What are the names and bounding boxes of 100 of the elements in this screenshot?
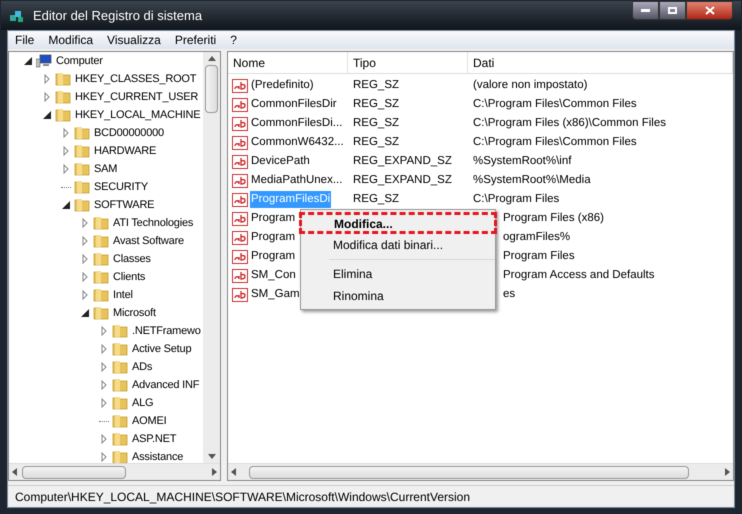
expand-arrow-icon[interactable] bbox=[99, 380, 109, 390]
string-value-icon bbox=[232, 154, 248, 168]
tree-item[interactable]: AOMEI bbox=[131, 412, 168, 430]
collapse-arrow-icon[interactable] bbox=[42, 110, 52, 120]
menu-item[interactable]: Preferiti bbox=[168, 31, 224, 49]
tree-item[interactable]: BCD00000000 bbox=[93, 124, 165, 142]
expand-arrow-icon[interactable] bbox=[99, 344, 109, 354]
column-header[interactable]: Dati bbox=[468, 52, 733, 73]
value-name[interactable]: CommonW6432... bbox=[250, 134, 345, 152]
scroll-thumb[interactable] bbox=[22, 466, 126, 478]
scroll-thumb[interactable] bbox=[205, 65, 218, 113]
folder-icon bbox=[112, 450, 128, 463]
menu-option[interactable]: Modifica dati binari... bbox=[301, 234, 495, 256]
tree-item[interactable]: HKEY_CURRENT_USER bbox=[74, 88, 200, 106]
column-header[interactable]: Nome bbox=[228, 52, 348, 73]
collapse-arrow-icon[interactable] bbox=[23, 56, 33, 66]
tree-item[interactable]: SECURITY bbox=[93, 178, 150, 196]
tree-item[interactable]: Intel bbox=[112, 286, 134, 304]
collapse-arrow-icon[interactable] bbox=[80, 308, 90, 318]
value-name[interactable]: Program bbox=[250, 228, 296, 246]
table-cell: REG_EXPAND_SZ bbox=[353, 174, 452, 186]
value-name[interactable]: CommonFilesDi... bbox=[250, 114, 344, 132]
tree-item[interactable]: ALG bbox=[131, 394, 154, 412]
scroll-right-icon[interactable] bbox=[211, 468, 218, 476]
tree-item[interactable]: SAM bbox=[93, 160, 118, 178]
tree-item[interactable]: Avast Software bbox=[112, 232, 185, 250]
tree-item[interactable]: ASP.NET bbox=[131, 430, 178, 448]
expand-arrow-icon[interactable] bbox=[61, 164, 71, 174]
status-bar: Computer\HKEY_LOCAL_MACHINE\SOFTWARE\Microsoft\Windows\CurrentVersion bbox=[8, 485, 734, 507]
table-cell: Program Access and Defaults bbox=[503, 268, 654, 281]
menu-item[interactable]: ? bbox=[223, 31, 244, 49]
table-cell: %SystemRoot%\inf bbox=[473, 154, 572, 167]
expand-arrow-icon[interactable] bbox=[61, 128, 71, 138]
maximize-button[interactable] bbox=[659, 1, 686, 20]
expand-arrow-icon[interactable] bbox=[99, 326, 109, 336]
folder-icon bbox=[93, 234, 109, 248]
expand-arrow-icon[interactable] bbox=[61, 146, 71, 156]
folder-icon bbox=[112, 360, 128, 374]
tree-item[interactable]: Microsoft bbox=[112, 304, 157, 322]
scroll-up-icon[interactable] bbox=[208, 55, 216, 62]
expand-arrow-icon[interactable] bbox=[42, 74, 52, 84]
column-header[interactable]: Tipo bbox=[348, 52, 468, 73]
expand-arrow-icon[interactable] bbox=[42, 92, 52, 102]
menu-item[interactable]: File bbox=[8, 31, 42, 49]
tree-item[interactable]: HKEY_CLASSES_ROOT bbox=[74, 70, 198, 88]
menu-option[interactable]: Rinomina bbox=[301, 285, 495, 307]
menu-item[interactable]: Visualizza bbox=[100, 31, 168, 49]
tree-item[interactable]: ATI Technologies bbox=[112, 214, 194, 232]
horizontal-scrollbar[interactable] bbox=[228, 463, 733, 480]
expand-arrow-icon[interactable] bbox=[80, 272, 90, 282]
string-value-icon bbox=[232, 250, 248, 264]
folder-icon bbox=[74, 180, 90, 194]
tree-item[interactable]: HKEY_LOCAL_MACHINE bbox=[74, 106, 202, 124]
vertical-scrollbar[interactable] bbox=[203, 52, 220, 463]
collapse-arrow-icon[interactable] bbox=[61, 200, 71, 210]
tree-item[interactable]: Active Setup bbox=[131, 340, 192, 358]
value-name[interactable]: MediaPathUnex... bbox=[250, 172, 344, 190]
tree-item[interactable]: SOFTWARE bbox=[93, 196, 156, 214]
scroll-down-icon[interactable] bbox=[208, 453, 216, 460]
value-name[interactable]: Program bbox=[250, 248, 296, 266]
menu-option[interactable]: Modifica... bbox=[299, 212, 497, 234]
menu-option[interactable]: Elimina bbox=[301, 263, 495, 285]
value-name[interactable]: (Predefinito) bbox=[250, 76, 315, 94]
menu-item[interactable]: Modifica bbox=[41, 31, 100, 49]
tree-item[interactable]: .NETFramewo bbox=[131, 322, 202, 340]
scroll-left-icon[interactable] bbox=[230, 468, 237, 476]
value-name[interactable]: SM_Gam bbox=[250, 286, 301, 304]
window-title: Editor del Registro di sistema bbox=[33, 6, 202, 25]
value-name[interactable]: CommonFilesDir bbox=[250, 96, 338, 114]
value-name[interactable]: Program bbox=[250, 210, 296, 228]
expand-arrow-icon[interactable] bbox=[80, 236, 90, 246]
table-cell: C:\Program Files bbox=[473, 192, 560, 205]
tree-item[interactable]: Assistance bbox=[131, 448, 184, 463]
expand-arrow-icon[interactable] bbox=[99, 362, 109, 372]
scroll-right-icon[interactable] bbox=[724, 468, 731, 476]
close-button[interactable] bbox=[686, 1, 733, 20]
expand-arrow-icon[interactable] bbox=[80, 254, 90, 264]
tree-item[interactable]: Advanced INF bbox=[131, 376, 200, 394]
scroll-thumb[interactable] bbox=[249, 466, 689, 478]
minimize-button[interactable] bbox=[632, 1, 659, 20]
expand-arrow-icon[interactable] bbox=[80, 290, 90, 300]
value-name[interactable]: SM_Con bbox=[250, 266, 297, 284]
scroll-left-icon[interactable] bbox=[11, 468, 18, 476]
tree-item[interactable]: Classes bbox=[112, 250, 152, 268]
string-value-icon bbox=[232, 78, 248, 92]
expand-arrow-icon[interactable] bbox=[80, 218, 90, 228]
tree-item[interactable]: ADs bbox=[131, 358, 154, 376]
string-value-icon bbox=[232, 98, 248, 112]
value-name[interactable]: DevicePath bbox=[250, 152, 311, 170]
expand-arrow-icon[interactable] bbox=[99, 398, 109, 408]
tree-item[interactable]: Clients bbox=[112, 268, 146, 286]
horizontal-scrollbar[interactable] bbox=[9, 463, 220, 480]
expand-arrow-icon[interactable] bbox=[99, 452, 109, 462]
table-cell: REG_SZ bbox=[353, 192, 400, 205]
table-cell: (valore non impostato) bbox=[473, 78, 588, 91]
expand-arrow-icon[interactable] bbox=[99, 434, 109, 444]
tree-item[interactable]: HARDWARE bbox=[93, 142, 158, 160]
folder-icon bbox=[93, 216, 109, 230]
tree-item[interactable]: Computer bbox=[55, 52, 104, 70]
folder-icon bbox=[74, 162, 90, 176]
